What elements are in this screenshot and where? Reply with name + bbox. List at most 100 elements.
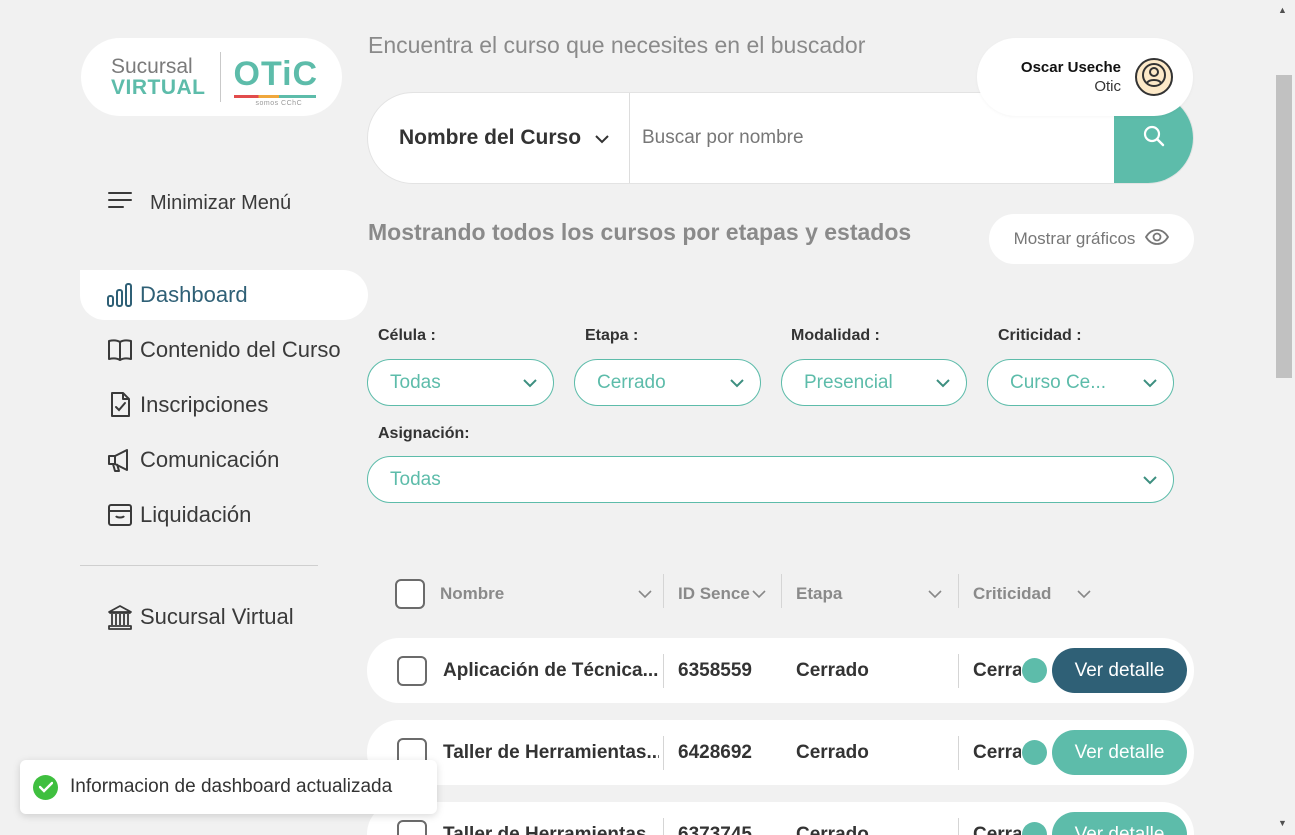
ver-detalle-button[interactable]: Ver detalle xyxy=(1052,648,1187,693)
etapa: Cerrado xyxy=(796,823,869,835)
chevron-down-icon xyxy=(936,372,950,394)
chevron-down-icon xyxy=(1077,584,1091,604)
criticidad: Cerra xyxy=(973,823,1021,835)
table-header: Nombre ID Sence Etapa Criticidad xyxy=(367,574,1194,614)
row-checkbox[interactable] xyxy=(397,655,427,686)
scrollbar[interactable]: ▲ ▼ xyxy=(1273,0,1295,835)
filter-asignacion-select[interactable]: Todas xyxy=(367,456,1174,503)
filter-criticidad-select[interactable]: Curso Ce... xyxy=(987,359,1174,406)
criticidad: Cerra xyxy=(973,741,1021,763)
eye-icon xyxy=(1145,228,1170,250)
chevron-down-icon xyxy=(730,372,744,394)
sidebar-item-inscripciones[interactable]: Inscripciones xyxy=(80,380,368,430)
column-label: ID Sence xyxy=(678,584,750,603)
logo-text: Sucursal VIRTUAL xyxy=(111,56,206,98)
sidebar-item-dashboard[interactable]: Dashboard xyxy=(80,270,368,320)
hamburger-icon xyxy=(108,191,132,215)
etapa: Cerrado xyxy=(796,659,869,681)
sidebar-item-label: Sucursal Virtual xyxy=(140,604,294,629)
filter-etapa-label: Etapa : xyxy=(585,327,639,344)
logo-line1: Sucursal xyxy=(111,55,193,78)
logo-card[interactable]: Sucursal VIRTUAL OTiC somos CChC xyxy=(81,38,342,116)
filter-criticidad-label: Criticidad : xyxy=(998,327,1082,344)
show-charts-label: Mostrar gráficos xyxy=(1013,229,1136,248)
bar-chart-icon xyxy=(107,282,133,308)
logo-divider xyxy=(219,52,221,102)
column-divider xyxy=(958,818,959,835)
column-label: Nombre xyxy=(440,584,505,603)
criticidad: Cerra xyxy=(973,659,1021,681)
sidebar-item-contenido[interactable]: Contenido del Curso xyxy=(80,325,368,375)
sidebar-item-label: Comunicación xyxy=(140,447,280,472)
filter-etapa-value: Cerrado xyxy=(597,371,666,393)
scroll-up-arrow-icon[interactable]: ▲ xyxy=(1278,5,1287,15)
sidebar-item-liquidacion[interactable]: Liquidación xyxy=(80,490,368,540)
user-name: Oscar Useche xyxy=(1020,59,1121,76)
filter-modalidad-value: Presencial xyxy=(804,371,893,393)
bank-icon xyxy=(107,604,133,630)
course-name: Taller de Herramientas xyxy=(443,823,647,835)
column-header-etapa[interactable]: Etapa xyxy=(796,574,942,614)
document-check-icon xyxy=(107,392,133,418)
otic-logo: OTiC somos CChC xyxy=(233,51,319,107)
ver-detalle-button[interactable]: Ver detalle xyxy=(1052,812,1187,835)
sidebar-item-label: Dashboard xyxy=(140,282,248,307)
column-divider xyxy=(958,654,959,688)
minimize-menu-button[interactable]: Minimizar Menú xyxy=(108,191,291,215)
filter-modalidad-select[interactable]: Presencial xyxy=(781,359,967,406)
ver-detalle-button[interactable]: Ver detalle xyxy=(1052,730,1187,775)
page-title: Mostrando todos los cursos por etapas y … xyxy=(368,219,912,245)
check-circle-icon xyxy=(33,774,58,800)
chevron-down-icon xyxy=(752,584,766,604)
logo-line2: VIRTUAL xyxy=(111,76,206,99)
chevron-down-icon xyxy=(1143,372,1157,394)
filter-asignacion-label: Asignación: xyxy=(378,425,470,442)
megaphone-icon xyxy=(107,447,133,473)
filter-celula-value: Todas xyxy=(390,371,441,393)
avatar[interactable] xyxy=(1135,58,1173,96)
scrollbar-thumb[interactable] xyxy=(1276,75,1292,378)
sidebar-item-comunicacion[interactable]: Comunicación xyxy=(80,435,368,485)
column-label: Criticidad xyxy=(973,584,1052,603)
search-type-dropdown[interactable]: Nombre del Curso xyxy=(368,93,630,183)
select-all-checkbox-cell xyxy=(395,574,425,614)
select-all-checkbox[interactable] xyxy=(395,579,425,609)
column-divider xyxy=(663,654,664,688)
otic-brand: OTiC xyxy=(233,55,319,93)
filter-etapa-select[interactable]: Cerrado xyxy=(574,359,761,406)
sidebar-item-label: Contenido del Curso xyxy=(140,337,341,362)
table-row: Aplicación de Técnica... 6358559 Cerrado… xyxy=(367,638,1194,703)
column-divider xyxy=(663,818,664,835)
column-header-id-sence[interactable]: ID Sence xyxy=(678,574,766,614)
chevron-down-icon xyxy=(638,584,652,604)
show-charts-button[interactable]: Mostrar gráficos xyxy=(989,214,1194,264)
filter-celula-select[interactable]: Todas xyxy=(367,359,554,406)
sidebar-item-sucursal-virtual[interactable]: Sucursal Virtual xyxy=(80,592,368,642)
etapa: Cerrado xyxy=(796,741,869,763)
filter-asignacion-value: Todas xyxy=(390,468,441,490)
book-icon xyxy=(107,337,133,363)
column-divider xyxy=(781,574,782,608)
column-header-criticidad[interactable]: Criticidad xyxy=(973,574,1091,614)
filter-criticidad-value: Curso Ce... xyxy=(1010,371,1107,393)
id-sence: 6428692 xyxy=(678,741,752,763)
sidebar-item-label: Inscripciones xyxy=(140,392,269,417)
status-dot xyxy=(1022,740,1047,765)
user-card[interactable]: Oscar Useche Otic xyxy=(977,38,1193,116)
row-checkbox[interactable] xyxy=(397,819,427,835)
user-icon xyxy=(1141,62,1167,93)
column-divider xyxy=(663,574,664,608)
archive-icon xyxy=(107,502,133,528)
filter-celula-label: Célula : xyxy=(378,327,436,344)
chevron-down-icon xyxy=(595,126,609,150)
scroll-down-arrow-icon[interactable]: ▼ xyxy=(1278,818,1287,828)
sidebar-item-label: Liquidación xyxy=(140,502,252,527)
id-sence: 6373745 xyxy=(678,823,752,835)
otic-color-bar xyxy=(233,95,316,98)
course-name: Aplicación de Técnica... xyxy=(443,659,659,681)
chevron-down-icon xyxy=(523,372,537,394)
column-header-nombre[interactable]: Nombre xyxy=(440,574,652,614)
column-divider xyxy=(958,736,959,770)
id-sence: 6358559 xyxy=(678,659,752,681)
search-icon xyxy=(1143,125,1165,152)
